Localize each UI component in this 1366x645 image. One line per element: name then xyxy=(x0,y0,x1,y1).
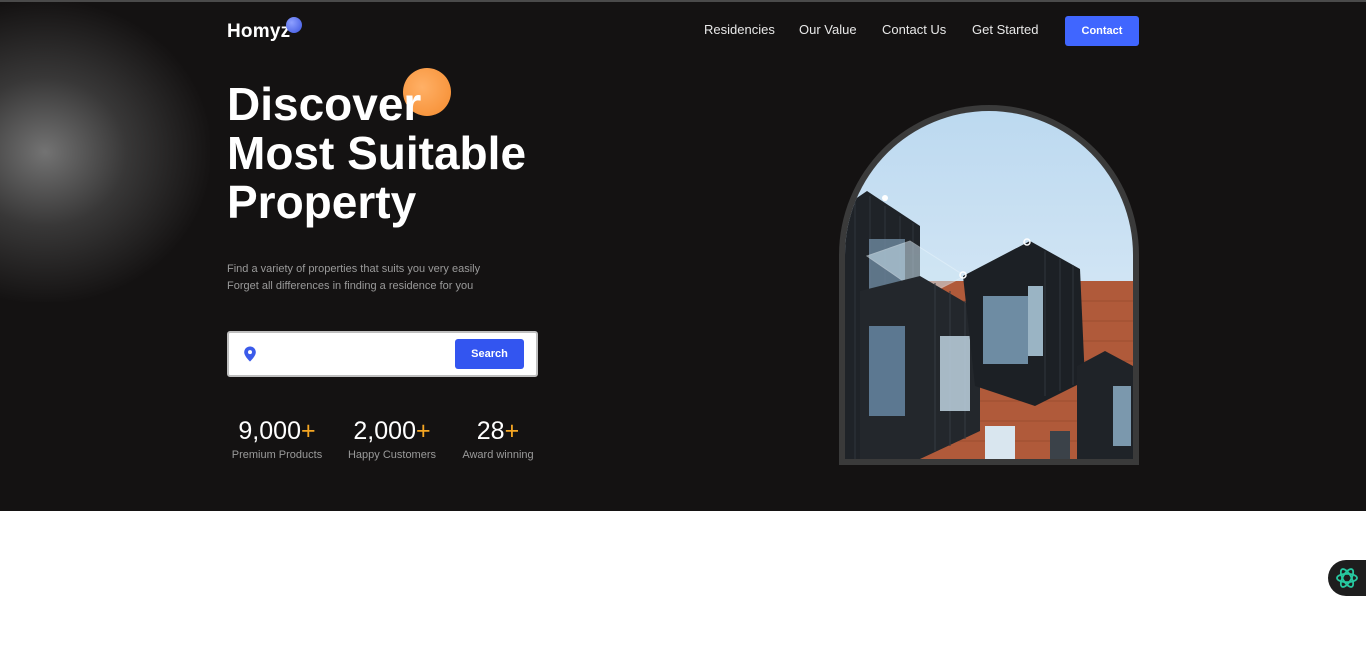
hero-title-line: Property xyxy=(227,176,417,228)
brand-logo[interactable]: Homyz xyxy=(227,21,290,43)
logo-dot-decoration xyxy=(286,17,302,33)
stat-label: Happy Customers xyxy=(347,449,437,461)
assistant-widget-icon xyxy=(1336,568,1358,588)
hero-subtitle: Find a variety of properties that suits … xyxy=(227,261,480,295)
search-input[interactable] xyxy=(265,341,451,367)
assistant-widget[interactable] xyxy=(1328,560,1366,596)
hero-title-line: Discover xyxy=(227,78,422,130)
stat-award-winning: 28+ Award winning xyxy=(457,416,539,461)
search-bar: Search xyxy=(227,331,538,377)
decorative-glow xyxy=(0,2,210,302)
nav-link-our-value[interactable]: Our Value xyxy=(799,22,857,37)
hero-subtitle-line: Find a variety of properties that suits … xyxy=(227,263,481,275)
stat-value: 9,000 xyxy=(238,417,301,445)
stat-value: 2,000 xyxy=(353,417,416,445)
stat-label: Award winning xyxy=(462,449,534,461)
nav-link-get-started[interactable]: Get Started xyxy=(972,22,1038,37)
search-button[interactable]: Search xyxy=(455,339,524,369)
nav-link-contact-us[interactable]: Contact Us xyxy=(882,22,946,37)
stat-happy-customers: 2,000+ Happy Customers xyxy=(342,416,442,461)
location-pin-icon xyxy=(244,346,256,362)
hero-title: Discover Most Suitable Property xyxy=(227,80,526,227)
hero-subtitle-line: Forget all differences in finding a resi… xyxy=(227,280,474,292)
nav-link-residencies[interactable]: Residencies xyxy=(704,22,775,37)
stat-premium-products: 9,000+ Premium Products xyxy=(227,416,327,461)
stat-plus: + xyxy=(300,417,316,445)
stat-label: Premium Products xyxy=(231,449,323,461)
building-illustration xyxy=(845,191,1133,459)
below-hero-section xyxy=(0,511,1366,645)
hero-building-image xyxy=(845,111,1133,459)
contact-button[interactable]: Contact xyxy=(1065,16,1139,46)
hero-image-frame xyxy=(839,105,1139,465)
hero-section: Homyz Residencies Our Value Contact Us G… xyxy=(0,0,1366,511)
stat-plus: + xyxy=(415,417,431,445)
hero-title-line: Most Suitable xyxy=(227,127,527,179)
stat-plus: + xyxy=(504,417,520,445)
stat-value: 28 xyxy=(476,417,505,445)
